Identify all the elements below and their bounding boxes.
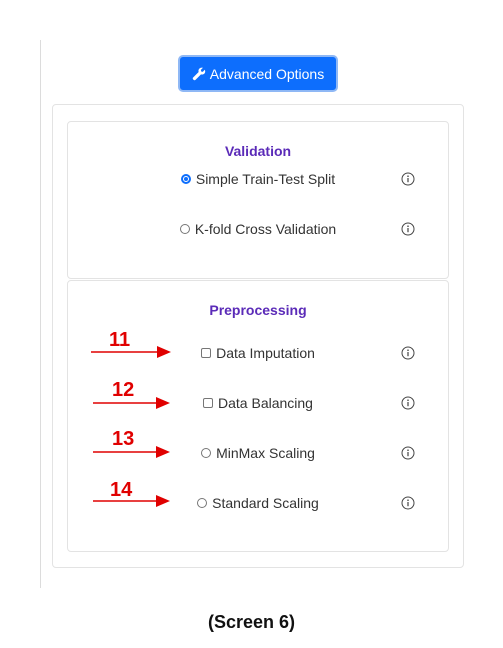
option-label: Standard Scaling (212, 495, 319, 511)
option-label: K-fold Cross Validation (194, 221, 337, 237)
radio-unselected[interactable] (197, 498, 208, 508)
option-label: Data Imputation (216, 345, 315, 361)
standard-scaling-radio[interactable]: Standard Scaling (197, 495, 319, 511)
annotation-arrow (93, 446, 170, 458)
minmax-scaling-radio[interactable]: MinMax Scaling (201, 445, 315, 461)
option-label: Simple Train-Test Split (195, 171, 336, 187)
screen-caption: (Screen 6) (207, 612, 296, 632)
option-label: MinMax Scaling (216, 445, 315, 461)
info-icon[interactable] (401, 222, 415, 236)
info-icon[interactable] (401, 172, 415, 186)
advanced-options-button[interactable]: Advanced Options (178, 55, 338, 92)
k-fold-cross-validation-radio[interactable]: K-fold Cross Validation (179, 221, 337, 237)
radio-selected[interactable] (180, 174, 191, 184)
validation-section: Validation Simple Train-Test Split K-fol… (67, 121, 449, 279)
advanced-options-label: Advanced Options (209, 65, 325, 82)
left-divider (40, 40, 41, 588)
checkbox[interactable] (201, 348, 212, 358)
option-label: Data Balancing (218, 395, 313, 411)
validation-title: Validation (224, 143, 292, 159)
simple-train-test-split-radio[interactable]: Simple Train-Test Split (180, 171, 336, 187)
radio-unselected[interactable] (201, 448, 212, 458)
annotation-arrow (93, 397, 170, 409)
info-icon[interactable] (401, 446, 415, 460)
wrench-icon (192, 67, 206, 80)
info-icon[interactable] (401, 496, 415, 510)
data-imputation-checkbox[interactable]: Data Imputation (201, 345, 315, 361)
annotation-arrow (93, 495, 170, 507)
data-balancing-checkbox[interactable]: Data Balancing (203, 395, 313, 411)
preprocessing-section: Preprocessing Data Imputation Data Balan… (67, 280, 449, 552)
annotation-arrow (91, 346, 171, 358)
info-icon[interactable] (401, 346, 415, 360)
checkbox[interactable] (203, 398, 214, 408)
info-icon[interactable] (401, 396, 415, 410)
option-k-fold-cross-validation: K-fold Cross Validation (68, 219, 448, 239)
preprocessing-title: Preprocessing (209, 302, 307, 318)
option-simple-train-test-split: Simple Train-Test Split (68, 169, 448, 189)
radio-unselected[interactable] (179, 224, 190, 234)
